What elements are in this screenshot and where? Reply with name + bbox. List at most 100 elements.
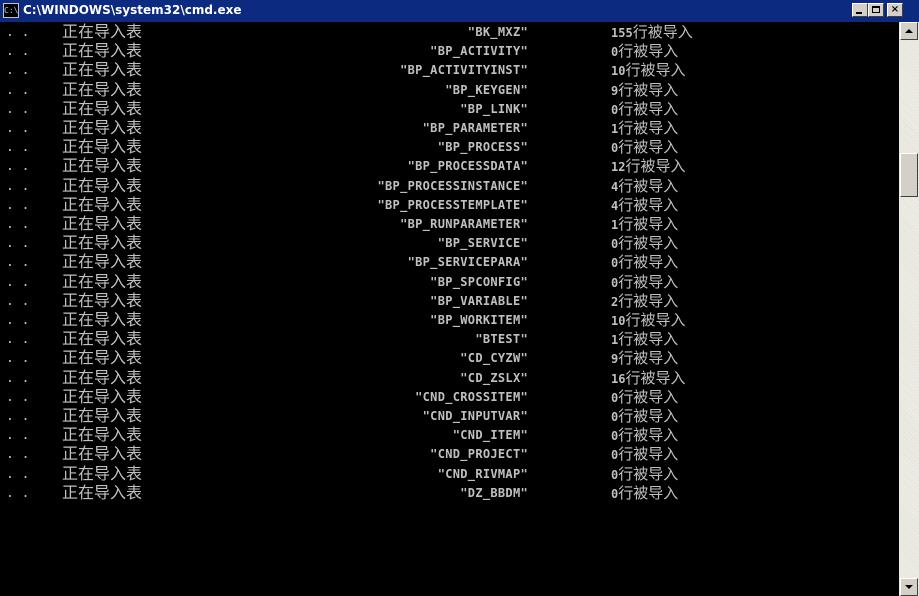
import-message: 正在导入表: [62, 99, 143, 118]
line-prefix: . .: [6, 121, 30, 136]
row-count-suffix: 行被导入: [618, 196, 679, 214]
import-message: 正在导入表: [62, 406, 143, 425]
line-prefix: . .: [6, 313, 30, 328]
line-prefix: . .: [6, 332, 30, 347]
line-prefix: . .: [6, 63, 30, 78]
row-count: 0行被导入: [611, 42, 681, 62]
row-count: 0行被导入: [611, 388, 681, 408]
line-prefix: . .: [6, 198, 30, 213]
import-message: 正在导入表: [62, 368, 143, 387]
close-button[interactable]: ×: [887, 3, 903, 17]
minimize-button[interactable]: [852, 3, 868, 17]
arrow-up-icon: [905, 29, 913, 33]
title-bar[interactable]: C:\ C:\WINDOWS\system32\cmd.exe ×: [0, 0, 919, 22]
row-count: 0行被导入: [611, 100, 681, 120]
line-prefix: . .: [6, 275, 30, 290]
table-name: "BP_PROCESSDATA": [407, 159, 528, 173]
row-count-suffix: 行被导入: [618, 292, 679, 310]
row-count-suffix: 行被导入: [618, 119, 679, 137]
import-message: 正在导入表: [62, 80, 143, 99]
import-message: 正在导入表: [62, 425, 143, 444]
line-prefix: . .: [6, 44, 30, 59]
scroll-thumb[interactable]: [900, 153, 918, 197]
row-count-suffix: 行被导入: [618, 445, 679, 463]
table-name: "BP_KEYGEN": [445, 83, 528, 97]
row-count-suffix: 行被导入: [618, 81, 679, 99]
import-message: 正在导入表: [62, 137, 143, 156]
line-prefix: . .: [6, 140, 30, 155]
console-line: . . 正在导入表 "BP_ACTIVITYINST" 10行被导入: [4, 60, 899, 80]
row-count-suffix: 行被导入: [618, 100, 679, 118]
table-name: "CND_PROJECT": [430, 447, 528, 461]
row-count-suffix: 行被导入: [618, 42, 679, 60]
row-count-suffix: 行被导入: [618, 138, 679, 156]
scroll-down-button[interactable]: [900, 578, 918, 596]
table-name: "BP_PROCESSTEMPLATE": [377, 198, 528, 212]
row-count: 0行被导入: [611, 234, 681, 254]
row-count: 0行被导入: [611, 138, 681, 158]
import-message: 正在导入表: [62, 22, 143, 41]
table-name: "CD_CYZW": [460, 351, 528, 365]
table-name: "BP_PROCESSINSTANCE": [377, 179, 528, 193]
row-count: 10行被导入: [611, 311, 685, 331]
import-message: 正在导入表: [62, 156, 143, 175]
table-name: "BK_MXZ": [467, 25, 528, 39]
row-count-suffix: 行被导入: [618, 388, 679, 406]
cmd-app-icon[interactable]: C:\: [3, 3, 19, 18]
row-count-suffix: 行被导入: [625, 311, 686, 329]
row-count-number: 12: [611, 160, 626, 174]
row-count-suffix: 行被导入: [618, 234, 679, 252]
table-name: "BP_ACTIVITY": [430, 44, 528, 58]
console-line: . . 正在导入表 "CD_CYZW" 9行被导入: [4, 348, 899, 369]
row-count: 0行被导入: [611, 484, 681, 504]
table-name: "CND_INPUTVAR": [422, 409, 528, 423]
close-icon: ×: [890, 4, 900, 15]
line-prefix: . .: [6, 351, 30, 366]
row-count: 0行被导入: [611, 426, 681, 446]
line-prefix: . .: [6, 25, 30, 40]
row-count-number: 10: [611, 314, 626, 328]
console-line: . . 正在导入表 "CND_PROJECT" 0行被导入: [4, 444, 899, 465]
import-message: 正在导入表: [62, 233, 143, 252]
table-name: "BP_PARAMETER": [422, 121, 528, 135]
line-prefix: . .: [6, 390, 30, 405]
row-count: 0行被导入: [611, 445, 681, 465]
line-prefix: . .: [6, 102, 30, 117]
line-prefix: . .: [6, 217, 30, 232]
import-message: 正在导入表: [62, 214, 143, 233]
import-message: 正在导入表: [62, 195, 143, 214]
vertical-scrollbar[interactable]: [899, 22, 919, 596]
row-count: 9行被导入: [611, 81, 681, 101]
table-name: "BP_LINK": [460, 102, 528, 116]
row-count-suffix: 行被导入: [618, 426, 679, 444]
row-count-suffix: 行被导入: [618, 253, 679, 271]
console-output[interactable]: . . 正在导入表 "BK_MXZ" 155行被导入. . 正在导入表 "BP_ACTIV…: [4, 22, 899, 596]
maximize-button[interactable]: [868, 3, 884, 17]
scroll-up-button[interactable]: [900, 22, 918, 40]
row-count: 0行被导入: [611, 253, 681, 273]
window-title: C:\WINDOWS\system32\cmd.exe: [23, 3, 242, 17]
table-name: "BP_VARIABLE": [430, 294, 528, 308]
table-name: "CND_CROSSITEM": [415, 390, 528, 404]
table-name: "BP_SERVICE": [437, 236, 528, 250]
row-count: 9行被导入: [611, 349, 681, 369]
line-prefix: . .: [6, 447, 30, 462]
row-count: 1行被导入: [611, 119, 681, 139]
table-name: "CD_ZSLX": [460, 371, 528, 385]
table-name: "BP_SERVICEPARA": [407, 255, 528, 269]
row-count-suffix: 行被导入: [625, 61, 686, 79]
import-message: 正在导入表: [62, 329, 143, 348]
row-count: 16行被导入: [611, 369, 685, 389]
line-prefix: . .: [6, 428, 30, 443]
row-count: 0行被导入: [611, 465, 681, 485]
console-line: . . 正在导入表 "BP_SERVICEPARA" 0行被导入: [4, 252, 899, 273]
import-message: 正在导入表: [62, 291, 143, 310]
row-count: 1行被导入: [611, 330, 681, 350]
table-name: "BP_PROCESS": [437, 140, 528, 154]
console-line: . . 正在导入表 "DZ_BBDM" 0行被导入: [4, 483, 899, 504]
row-count-suffix: 行被导入: [618, 484, 679, 502]
row-count-suffix: 行被导入: [618, 215, 679, 233]
row-count-suffix: 行被导入: [618, 465, 679, 483]
line-prefix: . .: [6, 486, 30, 501]
import-message: 正在导入表: [62, 176, 143, 195]
